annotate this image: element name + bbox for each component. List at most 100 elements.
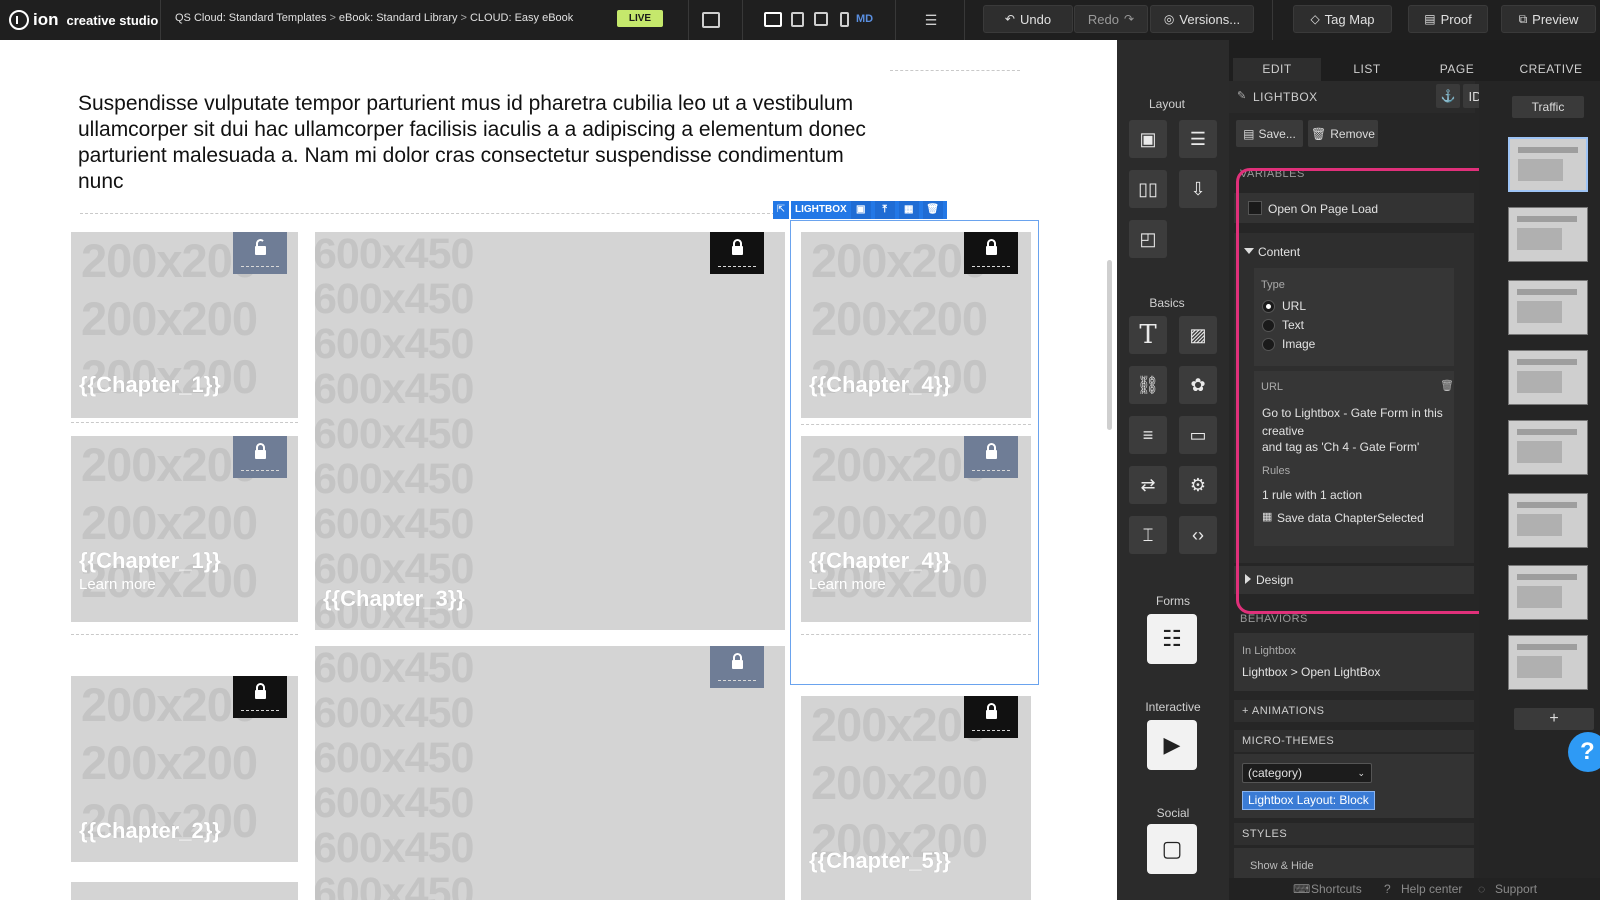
help-center-link[interactable]: Help center [1401,882,1462,896]
chapter-tile-wide[interactable]: 600x450 600x450 600x450 600x450 600x450 600x4… [315,232,785,630]
parent-select-icon[interactable]: ⇱ [773,201,789,219]
page-thumbnail[interactable] [1508,207,1588,262]
code-icon[interactable]: ‹› [1179,516,1217,554]
shortcuts-link[interactable]: Shortcuts [1311,882,1362,896]
chat-icon[interactable]: ▢ [1147,824,1197,874]
live-badge[interactable]: LIVE [617,10,663,27]
redo-button[interactable]: Redo ↷ [1074,5,1148,33]
layout-columns-icon[interactable]: ▣ [1129,120,1167,158]
tab-list[interactable]: LIST [1323,58,1411,81]
traffic-button[interactable]: Traffic [1512,96,1584,118]
phone-icon[interactable] [840,12,849,27]
play-icon[interactable]: ▶ [1147,720,1197,770]
gear-icon[interactable]: ⚙ [1179,466,1217,504]
app-logo[interactable]: ion creative studio [9,9,158,31]
tablet-icon[interactable] [814,12,828,26]
proof-button[interactable]: ▤ Proof [1408,5,1488,33]
tag-icon: ◇ [1310,12,1320,26]
chapter-tile[interactable] [71,882,298,900]
lock-button[interactable] [964,696,1018,738]
divider-icon[interactable]: ▭ [1179,416,1217,454]
page-thumbnail[interactable] [1508,635,1588,690]
chapter-title: {{Chapter_3}} [323,586,465,611]
panel-title: LIGHTBOX [1253,90,1318,104]
badge-icon[interactable]: ✿ [1179,366,1217,404]
page-thumbnail[interactable] [1508,493,1588,548]
tag-map-button[interactable]: ◇ Tag Map [1293,5,1392,33]
body-paragraph[interactable]: Suspendisse vulputate tempor parturient … [78,91,878,195]
save-button[interactable]: ▤ Save... [1236,120,1303,147]
category-select[interactable]: (category) ⌄ [1242,763,1372,783]
lightbox-icon[interactable]: ◰ [1129,220,1167,258]
download-icon[interactable]: ⇩ [1179,170,1217,208]
animations-row[interactable]: + ANIMATIONS [1234,700,1474,722]
unlock-button[interactable] [710,646,764,688]
add-page-button[interactable]: + [1514,708,1594,730]
sliders-icon[interactable]: ☰ [920,9,942,31]
versions-button[interactable]: ◎ Versions... [1150,5,1254,33]
lock-button[interactable] [710,232,764,274]
chapter-tile[interactable]: 200x200 200x200 200x200 {{Chapter_2}} [71,676,298,862]
unlock-button[interactable] [233,436,287,478]
trash-icon[interactable]: 🗑 [922,201,943,219]
remove-button[interactable]: 🗑 Remove [1308,120,1378,147]
canvas-scrollbar[interactable] [1107,260,1112,430]
desktop-icon[interactable] [764,12,782,27]
lightbox-tag-label: LIGHTBOX [795,204,847,215]
basics-section-label: Basics [1149,296,1185,310]
list-icon[interactable]: ≡ [1129,416,1167,454]
page-thumbnail[interactable] [1508,420,1588,475]
chapter-title: {{Chapter_2}} [79,818,221,843]
save-label: Save... [1258,126,1296,141]
layout-section-label: Layout [1148,97,1186,111]
duplicate-icon[interactable]: ▣ [850,201,871,219]
page-thumbnails [1479,81,1600,900]
laptop-icon[interactable] [791,12,804,27]
chapter-tile-wide[interactable]: 600x450 600x450 600x450 600x450 600x450 600x4… [315,646,785,900]
cursor-icon[interactable]: ⌶ [1129,516,1167,554]
page-thumbnail[interactable] [1508,350,1588,405]
layout-toggle-icon[interactable] [702,12,720,28]
shuffle-icon[interactable]: ⇄ [1129,466,1167,504]
breadcrumb-item[interactable]: eBook: Standard Library [339,12,458,24]
chapter-tile[interactable]: 200x200 200x200 200x200 {{Chapter_1}} Lear… [71,436,298,622]
page-thumbnail[interactable] [1508,565,1588,620]
page-thumbnail[interactable] [1508,280,1588,335]
form-icon[interactable]: ☷ [1147,614,1197,664]
show-hide-row[interactable]: Show & Hide [1234,848,1474,878]
image-icon[interactable]: ▨ [1179,316,1217,354]
chapter-tile[interactable]: 200x200 200x200 200x200 {{Chapter_1}} [71,232,298,418]
settings-icon[interactable]: ▦ [898,201,919,219]
anchor-icon[interactable]: ⚓ [1436,84,1460,108]
breadcrumb-item[interactable]: CLOUD: Easy eBook [470,12,573,24]
tab-creative[interactable]: CREATIVE [1503,58,1599,81]
micro-theme-chip[interactable]: Lightbox Layout: Block [1242,791,1375,810]
two-column-icon[interactable]: ▯▯ [1129,170,1167,208]
tab-page[interactable]: PAGE [1413,58,1501,81]
undo-button[interactable]: ↶ Undo [983,5,1073,33]
page-thumbnail[interactable] [1508,137,1588,192]
breadcrumb-item[interactable]: QS Cloud: Standard Templates [175,12,326,24]
unlock-button[interactable] [233,232,287,274]
text-icon[interactable]: T [1129,316,1167,354]
support-link[interactable]: Support [1495,882,1537,896]
breakpoint-label[interactable]: MD [856,13,873,25]
tab-edit[interactable]: EDIT [1233,58,1321,81]
editor-canvas[interactable]: Suspendisse vulputate tempor parturient … [0,40,1104,900]
behavior-trigger: In Lightbox [1242,645,1296,657]
link-icon[interactable]: ⛓ [1129,366,1167,404]
panel-header: ✎ LIGHTBOX ⚓ ID [1229,81,1487,113]
learn-more-link[interactable]: Learn more [79,576,156,593]
chapter-tile[interactable]: 200x200 200x200 200x200 {{Chapter_5}} [801,696,1031,900]
micro-themes-heading: MICRO-THEMES [1242,735,1335,747]
preview-button[interactable]: ⧉ Preview [1501,5,1596,33]
move-icon[interactable]: ⤒ [874,201,895,219]
behavior-item[interactable]: In Lightbox Lightbox > Open LightBox [1234,633,1474,691]
breadcrumb: QS Cloud: Standard Templates > eBook: Stan… [175,12,573,24]
lock-button[interactable] [233,676,287,718]
lightbox-selection-frame[interactable] [790,220,1039,685]
layout-rows-icon[interactable]: ☰ [1179,120,1217,158]
lightbox-tag[interactable]: LIGHTBOX ▣ ⤒ ▦ 🗑 [791,201,947,219]
widget-toolbar: Layout ▣ ☰ ▯▯ ⇩ ◰ Basics T ▨ ⛓ ✿ ≡ ▭ ⇄ ⚙… [1117,40,1229,900]
help-button[interactable]: ? [1568,732,1600,772]
